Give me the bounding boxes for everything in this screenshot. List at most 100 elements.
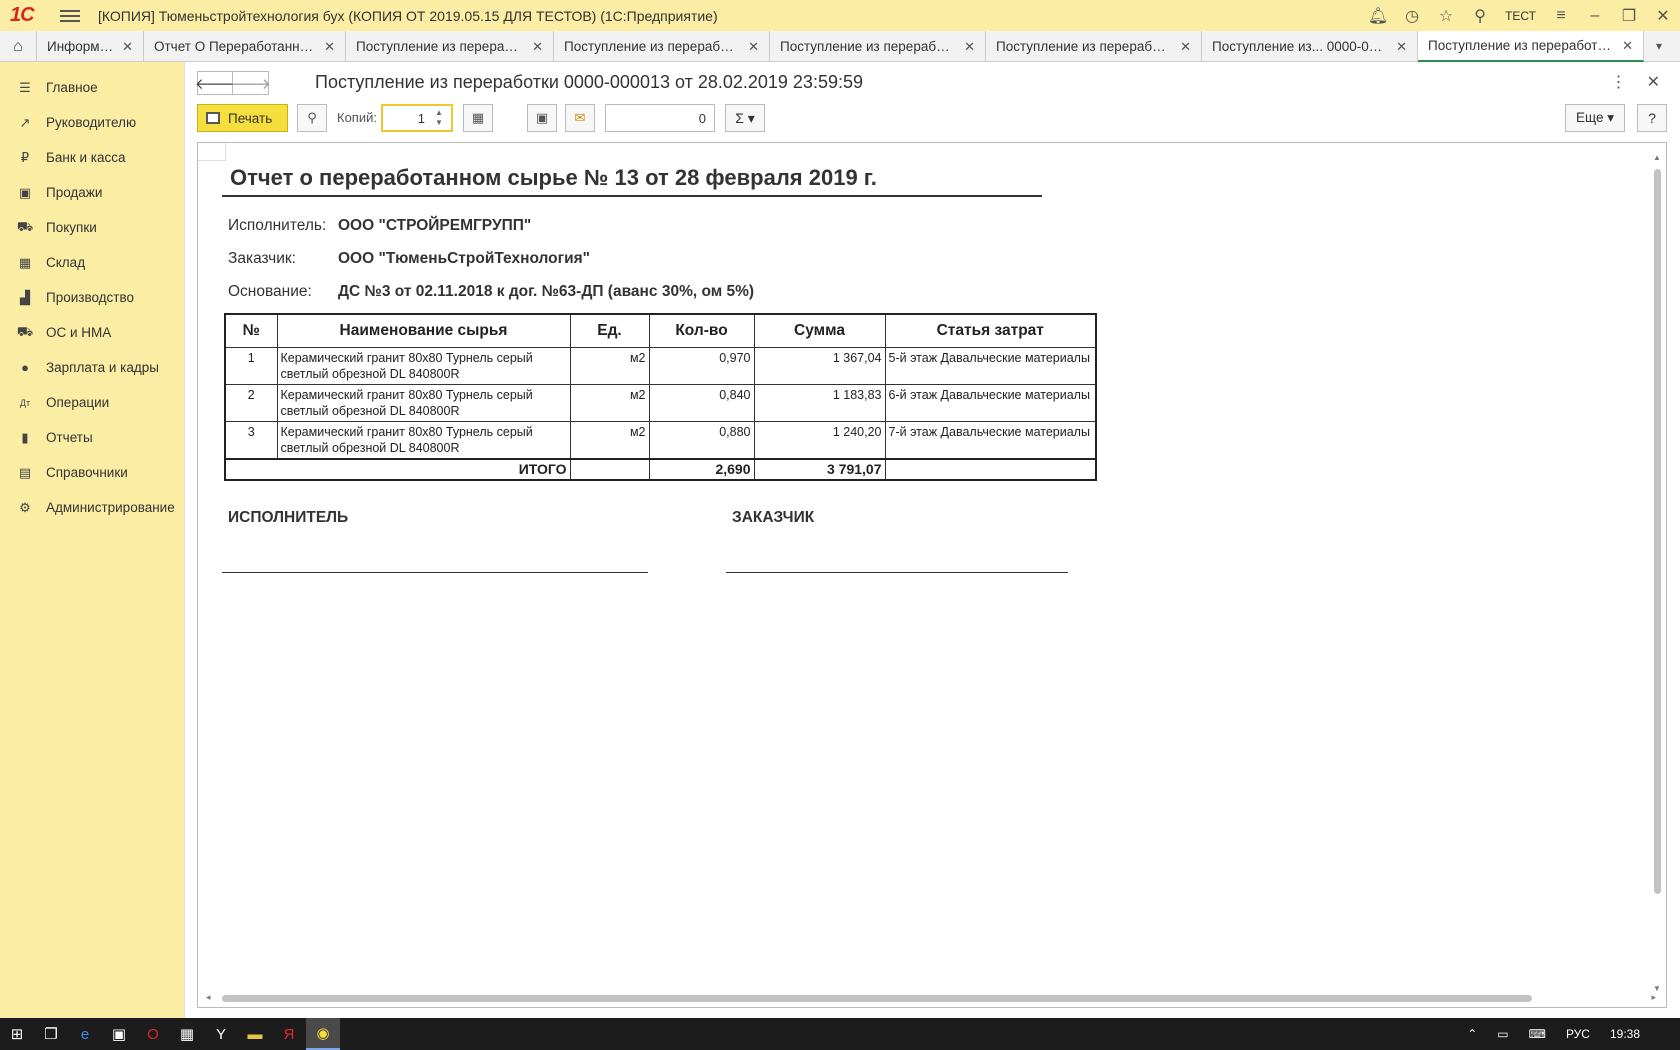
email-button[interactable]: ✉ <box>565 104 595 132</box>
tabs-dropdown-icon[interactable]: ▾ <box>1644 31 1674 61</box>
executor-signature-line <box>222 572 648 573</box>
sheet-corner <box>198 143 226 161</box>
scroll-up-icon[interactable]: ▲ <box>1653 153 1661 162</box>
windows-start-icon[interactable]: ⊞ <box>0 1018 34 1050</box>
tab-receipt-2[interactable]: Поступление из переработк... ✕ <box>770 31 986 62</box>
task-view-icon[interactable]: ❐ <box>34 1018 68 1050</box>
edit-icon: ▦ <box>471 110 485 125</box>
edge-icon[interactable]: e <box>68 1018 102 1050</box>
tray-expand-icon[interactable]: ⌃ <box>1467 1027 1477 1041</box>
bag-icon: ▣ <box>18 184 32 200</box>
tab-receipt-list[interactable]: Поступление из переработки ✕ <box>346 31 554 62</box>
sidebar-item-directories[interactable]: ▤ Справочники <box>0 455 184 490</box>
close-icon[interactable]: ✕ <box>532 39 543 55</box>
sidebar-item-salary[interactable]: ● Зарплата и кадры <box>0 350 184 385</box>
close-icon[interactable]: ✕ <box>1180 39 1191 55</box>
close-icon[interactable]: ✕ <box>748 39 759 55</box>
history-icon[interactable]: ◷ <box>1395 0 1429 31</box>
trend-icon: ↗ <box>19 114 31 130</box>
preview-button[interactable]: ⚲ <box>297 104 327 132</box>
save-button[interactable]: ▣ <box>527 104 557 132</box>
person-icon: ● <box>21 360 29 375</box>
tab-report[interactable]: Отчет О Переработанном С...✕ <box>144 31 346 62</box>
sum-dropdown-button[interactable]: Σ ▾ <box>725 104 765 132</box>
star-icon[interactable]: ☆ <box>1429 0 1463 31</box>
home-icon[interactable]: ⌂ <box>0 31 37 62</box>
tab-receipt-active[interactable]: Поступление из переработк... ✕ <box>1418 31 1644 62</box>
sidebar-item-main[interactable]: ☰ Главное <box>0 70 184 105</box>
more-button[interactable]: Еще ▾ <box>1565 104 1625 132</box>
opera-icon[interactable]: O <box>136 1018 170 1050</box>
main-area: 🡐 🡒 Поступление из переработки 0000-0000… <box>185 62 1680 1018</box>
vertical-scrollbar[interactable]: ▲ ▼ <box>1653 153 1662 993</box>
app-logo: 1С <box>10 4 35 26</box>
1c-app-icon[interactable]: ◉ <box>306 1018 340 1050</box>
tab-bar: ⌂ Информация✕ Отчет О Переработанном С..… <box>0 31 1680 62</box>
sidebar-item-assets[interactable]: ⛟ ОС и НМА <box>0 315 184 350</box>
edit-mode-button[interactable]: ▦ <box>463 104 493 132</box>
sidebar-item-sales[interactable]: ▣ Продажи <box>0 175 184 210</box>
close-icon[interactable]: ✕ <box>324 39 335 55</box>
sidebar: ☰ Главное ↗ Руководителю ₽ Банк и касса ▣ Пр… <box>0 62 185 1018</box>
spreadsheet-document[interactable]: Отчет о переработанном сырье № 13 от 28 … <box>197 142 1667 1008</box>
horizontal-scroll-thumb[interactable] <box>222 995 1532 1002</box>
customer-signature-line <box>726 572 1068 573</box>
more-actions-icon[interactable]: ⋮ <box>1611 72 1627 92</box>
sidebar-item-admin[interactable]: ⚙ Администрирование <box>0 490 184 525</box>
tab-receipt-3[interactable]: Поступление из переработк... ✕ <box>986 31 1202 62</box>
tab-receipt-4[interactable]: Поступление из... 0000-000013 ✕ <box>1202 31 1418 62</box>
report-title: Отчет о переработанном сырье № 13 от 28 … <box>222 165 1042 197</box>
yandex-icon[interactable]: Y <box>204 1018 238 1050</box>
sidebar-item-production[interactable]: ▟ Производство <box>0 280 184 315</box>
sidebar-item-operations[interactable]: Дт Операции <box>0 385 184 420</box>
language-indicator[interactable]: РУС <box>1566 1027 1590 1041</box>
store-icon[interactable]: ▣ <box>102 1018 136 1050</box>
warehouse-icon: ▦ <box>18 254 32 270</box>
book-icon: ▤ <box>18 464 32 480</box>
user-name[interactable]: ТЕСТ <box>1505 9 1536 23</box>
minimize-icon[interactable]: – <box>1578 0 1612 31</box>
customer-row: Заказчик: ООО "ТюменьСтройТехнология" <box>228 250 591 267</box>
main-menu-icon[interactable] <box>60 9 80 22</box>
scroll-right-icon[interactable]: ▸ <box>1651 992 1656 1003</box>
scroll-left-icon[interactable]: ◂ <box>206 992 211 1003</box>
forward-button[interactable]: 🡒 <box>230 71 271 95</box>
restore-icon[interactable]: ❐ <box>1612 0 1646 31</box>
sidebar-item-purchases[interactable]: ⛟ Покупки <box>0 210 184 245</box>
close-icon[interactable]: ✕ <box>1396 39 1407 55</box>
horizontal-scrollbar[interactable]: ◂ ▸ <box>206 992 1656 1003</box>
calculator-icon[interactable]: ▦ <box>170 1018 204 1050</box>
help-button[interactable]: ? <box>1637 104 1667 132</box>
close-icon[interactable]: ✕ <box>964 39 975 55</box>
copies-stepper[interactable]: ▲ ▼ <box>429 108 449 128</box>
history-nav: 🡐 🡒 <box>195 71 271 95</box>
network-icon[interactable]: ▭ <box>1497 1027 1508 1041</box>
close-icon[interactable]: ✕ <box>122 39 133 55</box>
executor-signature-label: ИСПОЛНИТЕЛЬ <box>228 509 349 526</box>
search-icon[interactable]: ⚲ <box>1463 0 1497 31</box>
folder-icon[interactable]: ▬ <box>238 1018 272 1050</box>
close-form-icon[interactable]: ✕ <box>1647 72 1660 92</box>
sum-field[interactable]: 0 <box>605 104 715 132</box>
print-button[interactable]: Печать <box>197 104 288 132</box>
copies-input[interactable]: 1 ▲ ▼ <box>381 104 453 132</box>
tab-receipt-1[interactable]: Поступление из переработк... ✕ <box>554 31 770 62</box>
magnifier-icon: ⚲ <box>307 110 317 125</box>
close-window-icon[interactable]: ✕ <box>1646 0 1680 31</box>
keyboard-icon[interactable]: ⌨ <box>1529 1027 1546 1041</box>
customer-signature-label: ЗАКАЗЧИК <box>732 509 815 526</box>
tab-info[interactable]: Информация✕ <box>37 31 144 62</box>
close-icon[interactable]: ✕ <box>1622 38 1633 54</box>
printer-icon <box>206 112 220 124</box>
bell-icon[interactable]: 🔔︎ <box>1361 0 1395 31</box>
settings-menu-icon[interactable]: ≡ <box>1544 0 1578 31</box>
vertical-scroll-thumb[interactable] <box>1654 169 1661 894</box>
clock[interactable]: 19:38 <box>1610 1027 1640 1041</box>
sidebar-item-bank[interactable]: ₽ Банк и касса <box>0 140 184 175</box>
yandex-browser-icon[interactable]: Я <box>272 1018 306 1050</box>
sidebar-item-reports[interactable]: ▮ Отчеты <box>0 420 184 455</box>
sidebar-item-manager[interactable]: ↗ Руководителю <box>0 105 184 140</box>
gear-icon: ⚙ <box>19 499 31 515</box>
back-button[interactable]: 🡐 <box>195 71 235 95</box>
sidebar-item-warehouse[interactable]: ▦ Склад <box>0 245 184 280</box>
